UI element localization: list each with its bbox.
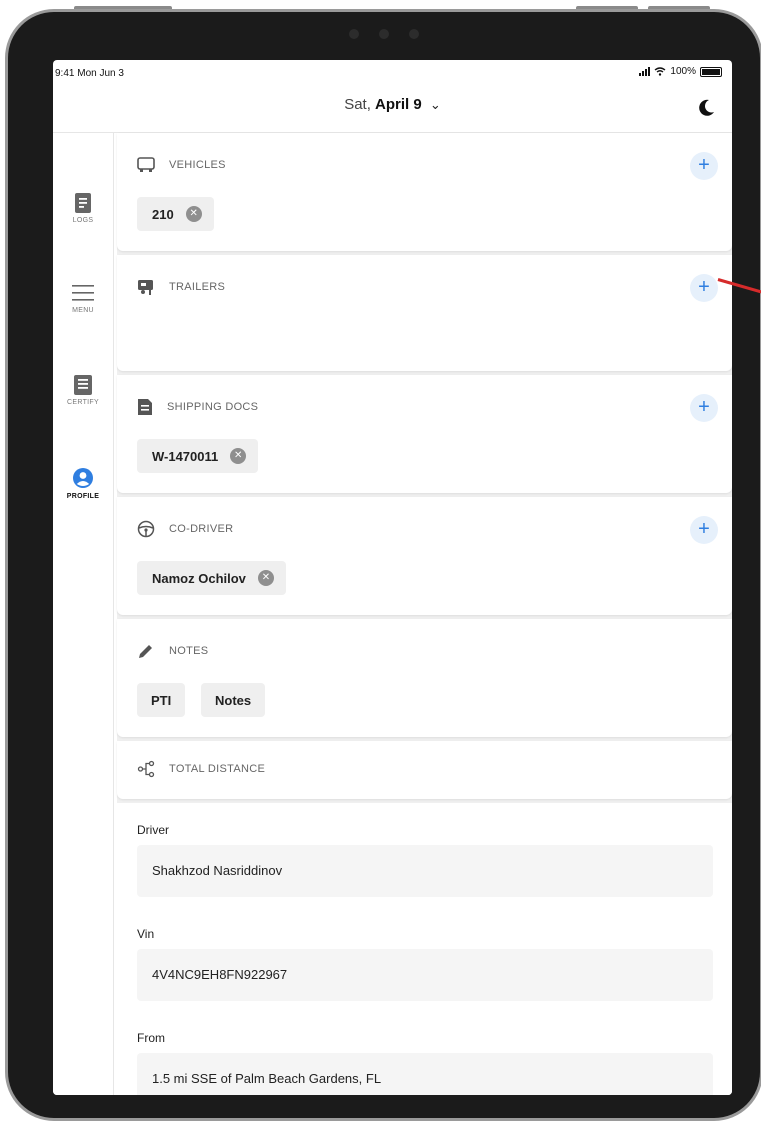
bus-icon bbox=[137, 157, 155, 172]
route-icon bbox=[137, 760, 155, 778]
wifi-icon bbox=[654, 67, 666, 76]
chip-label: Namoz Ochilov bbox=[152, 570, 246, 586]
remove-chip-icon[interactable]: ✕ bbox=[230, 448, 247, 464]
chip-label: W-1470011 bbox=[152, 448, 219, 464]
date-weekday: Sat, bbox=[344, 96, 371, 113]
chevron-down-icon: ⌄ bbox=[429, 97, 441, 112]
date-day: April 9 bbox=[375, 96, 422, 113]
section-title: CO-DRIVER bbox=[169, 523, 234, 535]
hamburger-menu-icon bbox=[72, 285, 94, 301]
remove-chip-icon[interactable]: ✕ bbox=[185, 206, 202, 222]
add-co-driver-button[interactable]: + bbox=[690, 516, 718, 544]
sidebar-item-menu[interactable]: MENU bbox=[53, 283, 113, 314]
section-title: TOTAL DISTANCE bbox=[169, 763, 266, 775]
vehicle-chip: 210 ✕ bbox=[137, 197, 214, 231]
vin-label: Vin bbox=[137, 927, 155, 941]
total-distance-card: TOTAL DISTANCE bbox=[117, 741, 732, 799]
section-title: TRAILERS bbox=[169, 281, 226, 293]
vin-field[interactable]: 4V4NC9EH8FN922967 bbox=[137, 949, 713, 1001]
section-title: SHIPPING DOCS bbox=[167, 401, 259, 413]
trailers-card: TRAILERS + bbox=[117, 255, 732, 371]
sidebar-item-certify[interactable]: CERTIFY bbox=[53, 375, 113, 406]
add-vehicle-button[interactable]: + bbox=[690, 152, 718, 180]
add-shipping-doc-button[interactable]: + bbox=[690, 394, 718, 422]
battery-percent: 100% bbox=[670, 66, 696, 77]
screen: 9:41 Mon Jun 3 100% Sat, April 9 ⌄ LOGS … bbox=[53, 60, 732, 1095]
shipping-doc-chip: W-1470011 ✕ bbox=[137, 439, 259, 473]
trailer-icon bbox=[138, 280, 153, 295]
driver-label: Driver bbox=[137, 823, 169, 837]
trip-details: Driver Shakhzod Nasriddinov Vin 4V4NC9EH… bbox=[117, 803, 732, 1095]
battery-icon bbox=[700, 66, 722, 77]
vehicles-card: VEHICLES + 210 ✕ bbox=[117, 133, 732, 251]
chip-label: 210 bbox=[152, 206, 174, 222]
co-driver-card: CO-DRIVER + Namoz Ochilov ✕ bbox=[117, 497, 732, 615]
co-driver-chip: Namoz Ochilov ✕ bbox=[137, 561, 286, 595]
section-title: VEHICLES bbox=[169, 159, 226, 171]
header: Sat, April 9 ⌄ bbox=[53, 84, 732, 133]
from-label: From bbox=[137, 1031, 165, 1045]
add-trailer-button[interactable]: + bbox=[690, 274, 718, 302]
tablet-frame: 9:41 Mon Jun 3 100% Sat, April 9 ⌄ LOGS … bbox=[8, 12, 760, 1118]
sidebar-item-label: LOGS bbox=[72, 217, 94, 224]
pencil-icon bbox=[139, 645, 152, 658]
sidebar-item-label: CERTIFY bbox=[67, 399, 99, 406]
chip-label: PTI bbox=[151, 692, 172, 708]
camera-bar bbox=[8, 26, 760, 40]
shipping-docs-card: SHIPPING DOCS + W-1470011 ✕ bbox=[117, 375, 732, 493]
user-profile-icon bbox=[73, 468, 93, 488]
vin-value: 4V4NC9EH8FN922967 bbox=[152, 967, 288, 982]
section-title: NOTES bbox=[169, 645, 209, 657]
sidebar-item-logs[interactable]: LOGS bbox=[53, 193, 113, 224]
note-chip-notes[interactable]: Notes bbox=[201, 683, 266, 717]
signal-icon bbox=[639, 67, 651, 76]
status-bar: 9:41 Mon Jun 3 100% bbox=[53, 60, 732, 84]
driver-field[interactable]: Shakhzod Nasriddinov bbox=[137, 845, 713, 897]
main-content: VEHICLES + 210 ✕ TRAILERS + SHIPPING DOC… bbox=[117, 133, 732, 1095]
document-icon bbox=[75, 193, 91, 213]
sidebar-item-profile[interactable]: PROFILE bbox=[53, 467, 113, 500]
sidebar: LOGS MENU CERTIFY PROFILE bbox=[53, 133, 114, 1095]
chip-label: Notes bbox=[215, 692, 252, 708]
dark-mode-toggle-icon[interactable] bbox=[696, 98, 716, 118]
from-value: 1.5 mi SSE of Palm Beach Gardens, FL bbox=[152, 1071, 382, 1086]
sidebar-item-label: PROFILE bbox=[66, 493, 100, 500]
note-chip-pti[interactable]: PTI bbox=[137, 683, 186, 717]
steering-wheel-icon bbox=[137, 520, 155, 538]
remove-chip-icon[interactable]: ✕ bbox=[257, 570, 274, 586]
driver-value: Shakhzod Nasriddinov bbox=[152, 863, 283, 878]
status-indicators: 100% bbox=[639, 66, 722, 77]
sidebar-item-label: MENU bbox=[72, 307, 94, 314]
notes-card: NOTES PTI Notes bbox=[117, 619, 732, 737]
status-time: 9:41 Mon Jun 3 bbox=[55, 68, 124, 79]
date-picker[interactable]: Sat, April 9 ⌄ bbox=[53, 96, 732, 113]
from-field[interactable]: 1.5 mi SSE of Palm Beach Gardens, FL bbox=[137, 1053, 713, 1095]
certify-document-icon bbox=[74, 375, 92, 395]
shipping-doc-icon bbox=[138, 399, 152, 415]
